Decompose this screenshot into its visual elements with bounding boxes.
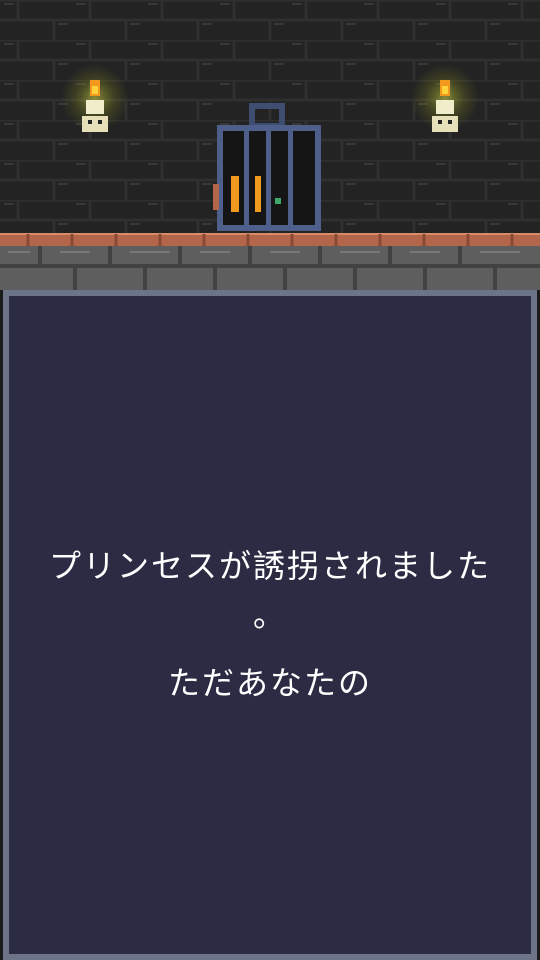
ledge (0, 234, 540, 246)
torch-right (411, 64, 479, 132)
torch-left (61, 64, 129, 132)
dialog-line-3: ただあなたの (167, 664, 372, 703)
dungeon-scene (0, 0, 540, 290)
dialog-line-1: プリンセスが誘拐されました (48, 547, 491, 586)
dialog-line-2: 。 (252, 595, 287, 634)
dialog-box[interactable]: プリンセスが誘拐されました 。 ただあなたの (3, 290, 537, 960)
dungeon-wall (0, 0, 540, 290)
